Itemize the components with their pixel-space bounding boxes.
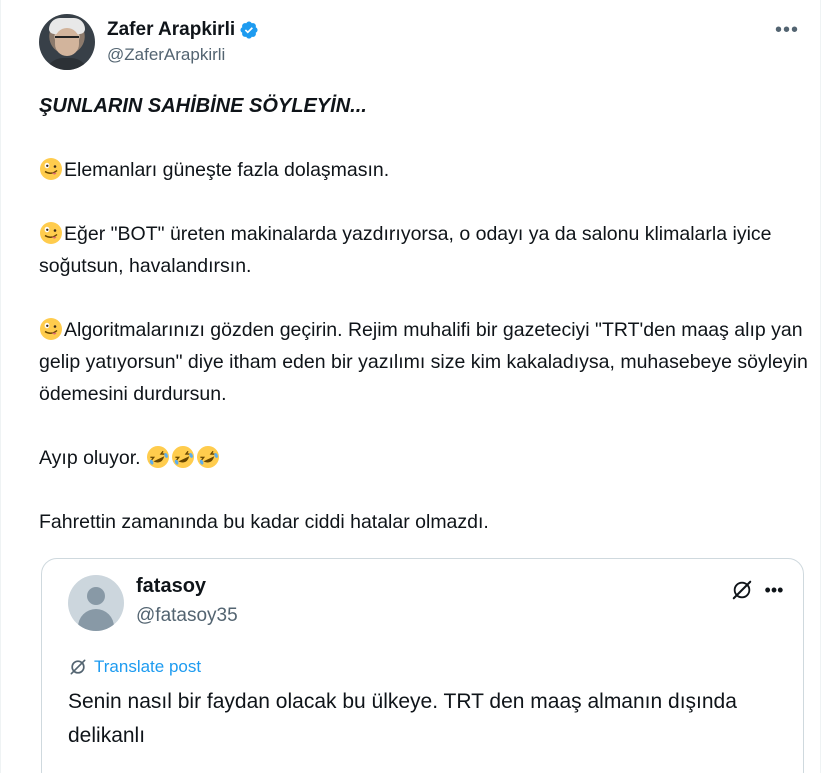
author-avatar[interactable] xyxy=(39,14,95,70)
translate-post-label: Translate post xyxy=(94,657,202,676)
verified-badge-icon xyxy=(240,21,258,39)
zany-face-emoji xyxy=(40,222,62,244)
translate-post-link[interactable]: Translate post xyxy=(68,657,201,677)
rolling-on-floor-laughing-emoji xyxy=(146,446,169,468)
tweet-item-2-text: Eğer "BOT" üreten makinalarda yazdırıyor… xyxy=(39,223,772,277)
quoted-author-avatar[interactable] xyxy=(68,575,124,631)
tweet-item-2: Eğer "BOT" üreten makinalarda yazdırıyor… xyxy=(39,218,809,282)
tweet-card: Zafer Arapkirli @ZaferArapkirli ••• ŞUNL… xyxy=(0,0,821,773)
more-horizontal-icon[interactable]: ••• xyxy=(772,18,802,42)
author-handle[interactable]: @ZaferArapkirli xyxy=(107,45,259,65)
grok-icon[interactable] xyxy=(731,579,753,601)
quoted-tweet-text: Senin nasıl bir faydan olacak bu ülkeye.… xyxy=(68,690,737,747)
tweet-text: ŞUNLARIN SAHİBİNE SÖYLEYİN... Elemanları… xyxy=(39,90,809,570)
translate-icon xyxy=(70,659,86,675)
rolling-on-floor-laughing-emoji xyxy=(196,446,219,468)
tweet-item-1-text: Elemanları güneşte fazla dolaşmasın. xyxy=(64,159,390,181)
tweet-item-3-text: Algoritmalarınızı gözden geçirin. Rejim … xyxy=(39,319,808,405)
tweet-closing: Fahrettin zamanında bu kadar ciddi hatal… xyxy=(39,511,489,533)
tweet-item-1: Elemanları güneşte fazla dolaşmasın. xyxy=(39,154,809,186)
quoted-tweet[interactable]: fatasoy @fatasoy35 ••• Translate post Se… xyxy=(41,558,804,773)
author-display-name[interactable]: Zafer Arapkirli xyxy=(107,19,235,41)
zany-face-emoji xyxy=(40,158,62,180)
rolling-on-floor-laughing-emoji xyxy=(171,446,194,468)
quoted-author-handle[interactable]: @fatasoy35 xyxy=(136,605,238,627)
tweet-shame-line: Ayıp oluyor. xyxy=(39,442,809,474)
author-name-block: Zafer Arapkirli @ZaferArapkirli xyxy=(107,18,259,65)
tweet-headline: ŞUNLARIN SAHİBİNE SÖYLEYİN... xyxy=(39,95,367,117)
quoted-more-horizontal-icon[interactable]: ••• xyxy=(761,579,787,601)
tweet-item-3: Algoritmalarınızı gözden geçirin. Rejim … xyxy=(39,314,809,410)
zany-face-emoji xyxy=(40,318,62,340)
tweet-header: Zafer Arapkirli @ZaferArapkirli ••• xyxy=(39,14,804,70)
quoted-author-name-block: fatasoy @fatasoy35 xyxy=(136,575,238,627)
tweet-shame-text: Ayıp oluyor. xyxy=(39,447,141,469)
quoted-author-display-name[interactable]: fatasoy xyxy=(136,575,238,601)
